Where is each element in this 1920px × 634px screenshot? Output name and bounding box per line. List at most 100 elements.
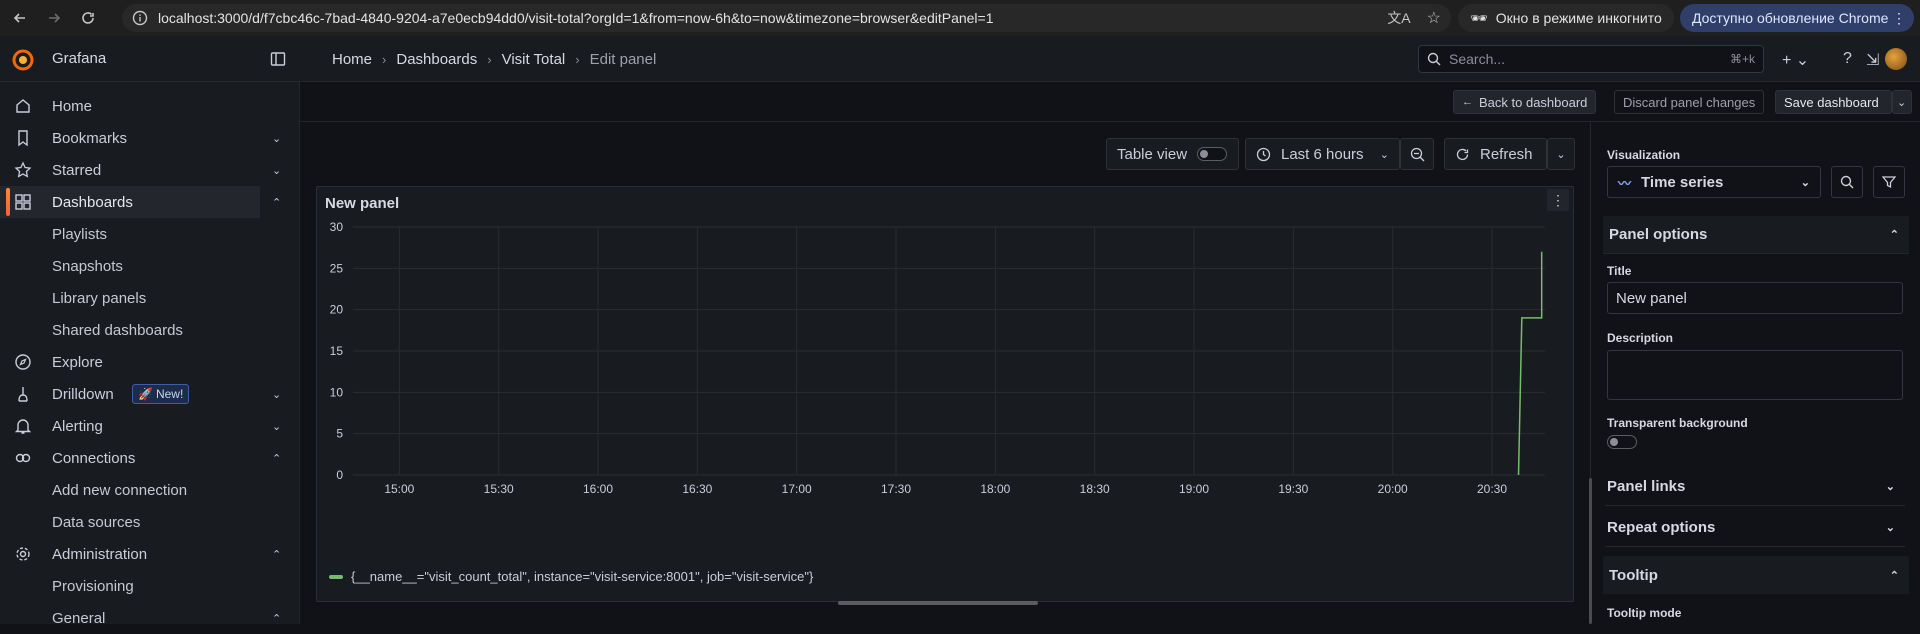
forward-icon[interactable] xyxy=(40,4,68,32)
search-icon xyxy=(1427,52,1441,66)
sidebar-item-explore[interactable]: Explore xyxy=(0,346,260,378)
legend-label[interactable]: {__name__="visit_count_total", instance=… xyxy=(351,569,813,584)
sidebar-nav: Home Bookmarks ⌄ Starred ⌄ Dashboards ⌃ … xyxy=(0,82,300,627)
save-dashboard-button[interactable]: Save dashboard xyxy=(1775,90,1892,114)
time-series-icon: 〰 xyxy=(1618,175,1632,191)
x-tick-label: 17:00 xyxy=(782,482,812,496)
dashboards-icon xyxy=(15,194,31,210)
zoom-out-button[interactable] xyxy=(1400,138,1434,170)
dock-menu-icon[interactable] xyxy=(270,51,286,67)
sidebar-item-data-sources[interactable]: Data sources xyxy=(0,506,260,538)
sidebar-item-add-new-connection[interactable]: Add new connection xyxy=(0,474,260,506)
sidebar-item-connections[interactable]: Connections ⌃ xyxy=(0,442,281,474)
sidebar-item-label: Dashboards xyxy=(52,193,133,211)
table-view-label: Table view xyxy=(1117,145,1188,163)
star-icon xyxy=(14,161,32,178)
panel-links-header[interactable]: Panel links ⌄ xyxy=(1605,468,1905,506)
breadcrumb-home[interactable]: Home xyxy=(332,51,372,68)
grafana-topbar: Grafana Home › Dashboards › Visit Total … xyxy=(0,36,1920,82)
chevron-down-icon: ⌄ xyxy=(1556,148,1566,161)
back-icon[interactable] xyxy=(6,4,34,32)
search-options-button[interactable] xyxy=(1831,166,1863,198)
sidebar-item-playlists[interactable]: Playlists xyxy=(0,218,260,250)
refresh-interval-dropdown[interactable]: ⌄ xyxy=(1547,138,1575,170)
x-tick-label: 20:30 xyxy=(1477,482,1507,496)
panel-title[interactable]: New panel xyxy=(325,195,399,212)
y-tick-label: 15 xyxy=(330,344,344,358)
sidebar-item-provisioning[interactable]: Provisioning xyxy=(0,570,260,602)
breadcrumb-edit-panel: Edit panel xyxy=(589,51,657,68)
refresh-button[interactable]: Refresh xyxy=(1444,138,1547,170)
chevron-down-icon[interactable]: ⌄ xyxy=(272,388,281,401)
help-icon[interactable]: ? xyxy=(1843,50,1852,68)
bookmark-icon xyxy=(18,130,28,147)
sidebar-item-snapshots[interactable]: Snapshots xyxy=(0,250,260,282)
table-view-switch[interactable] xyxy=(1197,147,1228,161)
chevron-down-icon: ⌄ xyxy=(1885,481,1895,493)
time-range-picker[interactable]: Last 6 hours ⌄ xyxy=(1245,138,1400,170)
sidebar-item-label: Playlists xyxy=(52,225,108,243)
chevron-up-icon[interactable]: ⌃ xyxy=(272,196,281,209)
news-icon[interactable]: ⇲ xyxy=(1866,50,1879,70)
add-icon[interactable]: + ⌄ xyxy=(1782,50,1809,70)
translate-icon[interactable]: 文A xyxy=(1387,8,1410,28)
sidebar-item-starred[interactable]: Starred ⌄ xyxy=(0,154,281,186)
grafana-logo-icon[interactable] xyxy=(12,49,34,71)
chevron-down-icon[interactable]: ⌄ xyxy=(272,164,281,177)
y-tick-label: 20 xyxy=(330,303,344,317)
sidebar-item-shared-dashboards[interactable]: Shared dashboards xyxy=(0,314,260,346)
sidebar-item-label: Starred xyxy=(52,161,102,179)
sidebar-item-label: Alerting xyxy=(52,417,103,435)
breadcrumb-separator: › xyxy=(487,52,492,67)
panel-title-input[interactable]: New panel xyxy=(1607,282,1903,314)
sidebar-item-alerting[interactable]: Alerting ⌄ xyxy=(0,410,281,442)
horizontal-scrollbar[interactable] xyxy=(838,601,1038,605)
search-input[interactable]: Search... ⌘+k xyxy=(1418,45,1764,73)
panel-links-label: Panel links xyxy=(1607,478,1686,495)
rocket-icon: 🚀 xyxy=(138,387,153,401)
chevron-down-icon[interactable]: ⌄ xyxy=(272,420,281,433)
breadcrumb-dashboards[interactable]: Dashboards xyxy=(396,51,477,68)
time-range-label: Last 6 hours xyxy=(1281,145,1364,163)
sidebar-item-label: Library panels xyxy=(52,289,147,307)
save-options-dropdown[interactable]: ⌄ xyxy=(1892,90,1912,114)
sidebar-item-home[interactable]: Home xyxy=(0,90,260,122)
sidebar-item-dashboards[interactable]: Dashboards ⌃ xyxy=(0,186,281,218)
transparent-background-switch[interactable] xyxy=(1607,435,1637,449)
search-placeholder: Search... xyxy=(1449,51,1506,67)
filter-options-button[interactable] xyxy=(1873,166,1905,198)
chevron-up-icon[interactable]: ⌃ xyxy=(272,548,281,561)
sidebar-item-library-panels[interactable]: Library panels xyxy=(0,282,260,314)
incognito-chip[interactable]: 🕶 Окно в режиме инкогнито xyxy=(1458,4,1674,32)
description-textarea[interactable] xyxy=(1607,350,1903,400)
brand-name[interactable]: Grafana xyxy=(52,50,106,67)
sidebar-item-administration[interactable]: Administration ⌃ xyxy=(0,538,281,570)
reload-icon[interactable] xyxy=(74,4,102,32)
chevron-up-icon[interactable]: ⌃ xyxy=(272,452,281,465)
back-to-dashboard-button[interactable]: ← Back to dashboard xyxy=(1453,90,1597,114)
chart-legend[interactable]: {__name__="visit_count_total", instance=… xyxy=(329,569,813,584)
kebab-menu-icon[interactable]: ⋮ xyxy=(1892,10,1906,27)
time-series-chart[interactable]: 0 5 10 15 20 25 30 15:00 15:30 16:00 16:30 17:00 17:… xyxy=(317,217,1573,567)
star-bookmark-icon[interactable]: ☆ xyxy=(1427,8,1441,28)
sidebar-item-general[interactable]: General ⌃ xyxy=(0,602,281,634)
transparent-background-label: Transparent background xyxy=(1607,416,1748,430)
repeat-options-header[interactable]: Repeat options ⌄ xyxy=(1605,509,1905,547)
sidebar-item-drilldown[interactable]: Drilldown 🚀 New! ⌄ xyxy=(0,378,281,410)
url-text[interactable]: localhost:3000/d/f7cbc46c-7bad-4840-9204… xyxy=(158,10,994,26)
chevron-down-icon[interactable]: ⌄ xyxy=(272,132,281,145)
options-scrollbar[interactable] xyxy=(1589,478,1592,624)
table-view-toggle[interactable]: Table view xyxy=(1106,138,1239,170)
avatar[interactable] xyxy=(1885,48,1907,70)
chevron-up-icon[interactable]: ⌃ xyxy=(272,612,281,625)
address-bar[interactable]: localhost:3000/d/f7cbc46c-7bad-4840-9204… xyxy=(122,4,1451,32)
sidebar-item-bookmarks[interactable]: Bookmarks ⌄ xyxy=(0,122,281,154)
tooltip-header[interactable]: Tooltip ⌃ xyxy=(1603,556,1909,594)
panel-options-header[interactable]: Panel options ⌃ xyxy=(1603,216,1909,254)
breadcrumb-visit-total[interactable]: Visit Total xyxy=(502,51,566,68)
discard-panel-changes-button[interactable]: Discard panel changes xyxy=(1614,90,1765,114)
site-info-icon[interactable] xyxy=(132,10,148,26)
panel-menu-icon[interactable]: ⋮ xyxy=(1547,189,1569,211)
visualization-picker[interactable]: 〰 Time series ⌄ xyxy=(1607,166,1821,198)
chrome-update-button[interactable]: Доступно обновление Chrome ⋮ xyxy=(1680,4,1914,32)
